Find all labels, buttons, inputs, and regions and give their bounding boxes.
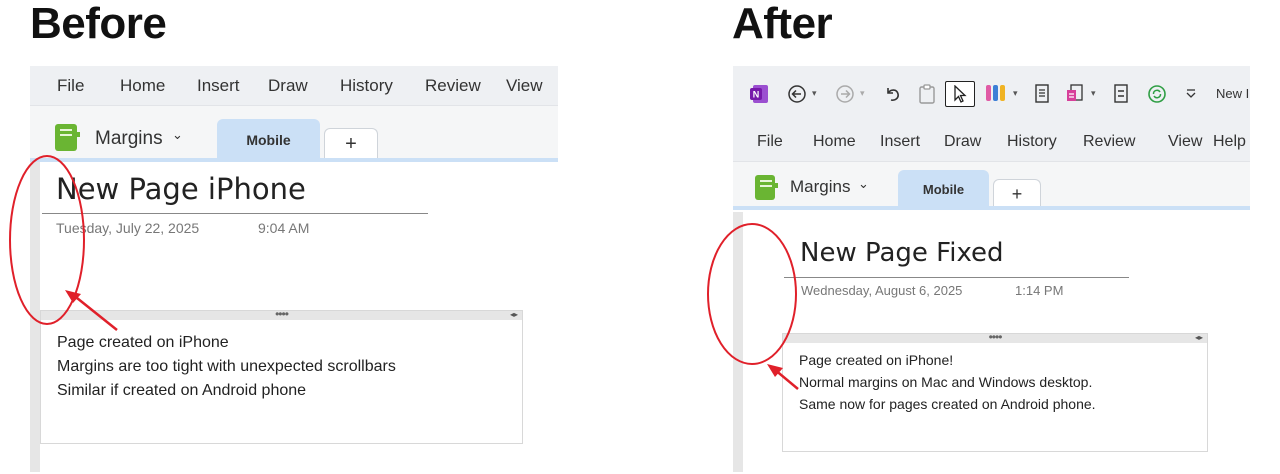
annotation-circle [707, 223, 797, 365]
annotation-overlay [9, 155, 799, 390]
annotation-arrow [71, 293, 118, 331]
annotation-arrowhead [65, 290, 81, 303]
